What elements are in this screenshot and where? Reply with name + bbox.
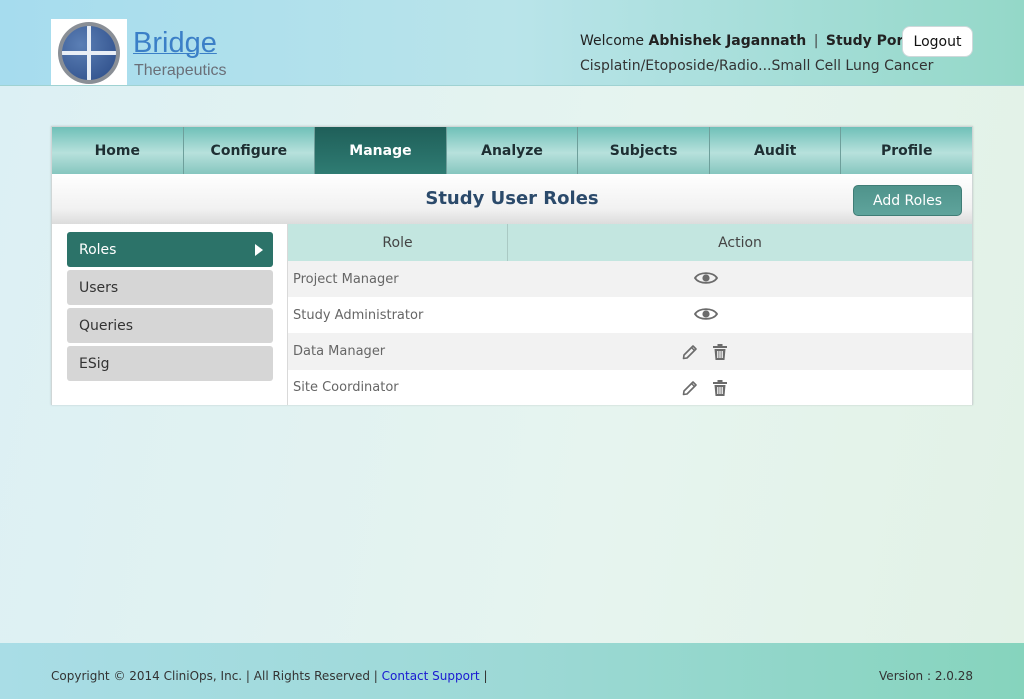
welcome-line: Welcome Abhishek Jagannath | Study Porta… [580, 33, 924, 49]
header-separator: | [813, 33, 819, 49]
copyright-text: Copyright © 2014 CliniOps, Inc. | All Ri… [51, 669, 378, 683]
logout-button[interactable]: Logout [902, 26, 973, 57]
sidebar-item-roles[interactable]: Roles [67, 232, 273, 267]
study-name: Cisplatin/Etoposide/Radio...Small Cell L… [580, 58, 934, 74]
table-header: Role Action [288, 224, 972, 261]
contact-support-link[interactable]: Contact Support [382, 669, 480, 683]
delete-icon[interactable] [712, 379, 728, 397]
page-title: Study User Roles [425, 188, 599, 209]
main-nav: Home Configure Manage Analyze Subjects A… [52, 127, 973, 174]
tab-subjects[interactable]: Subjects [578, 127, 710, 174]
edit-icon[interactable] [681, 343, 699, 361]
table-row: Data Manager [288, 333, 972, 370]
role-name: Data Manager [293, 344, 386, 359]
tab-profile[interactable]: Profile [841, 127, 973, 174]
edit-icon[interactable] [681, 379, 699, 397]
sidebar-item-users[interactable]: Users [67, 270, 273, 305]
footer-separator: | [483, 669, 488, 683]
view-icon[interactable] [694, 270, 718, 286]
sidebar-item-label: Users [79, 279, 119, 296]
logo [51, 19, 127, 85]
role-name: Study Administrator [293, 307, 424, 323]
action-cell [508, 334, 972, 370]
logo-emblem-icon [58, 22, 120, 84]
delete-icon[interactable] [712, 343, 728, 361]
role-name: Project Manager [293, 271, 399, 287]
column-header-role: Role [288, 224, 508, 261]
brand-subtitle: Therapeutics [134, 62, 227, 79]
role-name: Site Coordinator [293, 380, 399, 395]
welcome-prefix: Welcome [580, 33, 645, 49]
main-panel: Home Configure Manage Analyze Subjects A… [51, 126, 973, 405]
sidebar-item-queries[interactable]: Queries [67, 308, 273, 343]
action-cell [508, 370, 972, 406]
user-name: Abhishek Jagannath [648, 33, 807, 49]
column-header-action: Action [718, 234, 762, 251]
sidebar-item-label: Queries [79, 317, 134, 334]
view-icon[interactable] [694, 306, 718, 322]
sidebar: Roles Users Queries ESig [52, 224, 288, 405]
table-row: Project Manager [288, 261, 972, 297]
sidebar-item-label: ESig [79, 355, 110, 372]
sidebar-item-label: Roles [79, 241, 117, 258]
action-cell [508, 261, 972, 297]
app-footer: Copyright © 2014 CliniOps, Inc. | All Ri… [0, 643, 1024, 699]
tab-analyze[interactable]: Analyze [446, 127, 579, 174]
tab-home[interactable]: Home [52, 127, 184, 174]
caret-right-icon [255, 244, 263, 256]
add-roles-button[interactable]: Add Roles [853, 185, 962, 216]
sidebar-item-esig[interactable]: ESig [67, 346, 273, 381]
action-cell [508, 297, 972, 333]
tab-audit[interactable]: Audit [709, 127, 842, 174]
tab-configure[interactable]: Configure [183, 127, 316, 174]
brand-name[interactable]: Bridge [133, 27, 217, 60]
app-header: Bridge Therapeutics Welcome Abhishek Jag… [0, 0, 1024, 86]
version-label: Version : 2.0.28 [879, 669, 973, 683]
table-row: Site Coordinator [288, 370, 972, 405]
tab-manage[interactable]: Manage [315, 127, 447, 174]
copyright-line: Copyright © 2014 CliniOps, Inc. | All Ri… [51, 669, 488, 683]
table-row: Study Administrator [288, 297, 972, 333]
title-bar: Study User Roles Add Roles [52, 174, 972, 224]
roles-table: Role Action Project Manager Study Admini… [288, 224, 972, 405]
